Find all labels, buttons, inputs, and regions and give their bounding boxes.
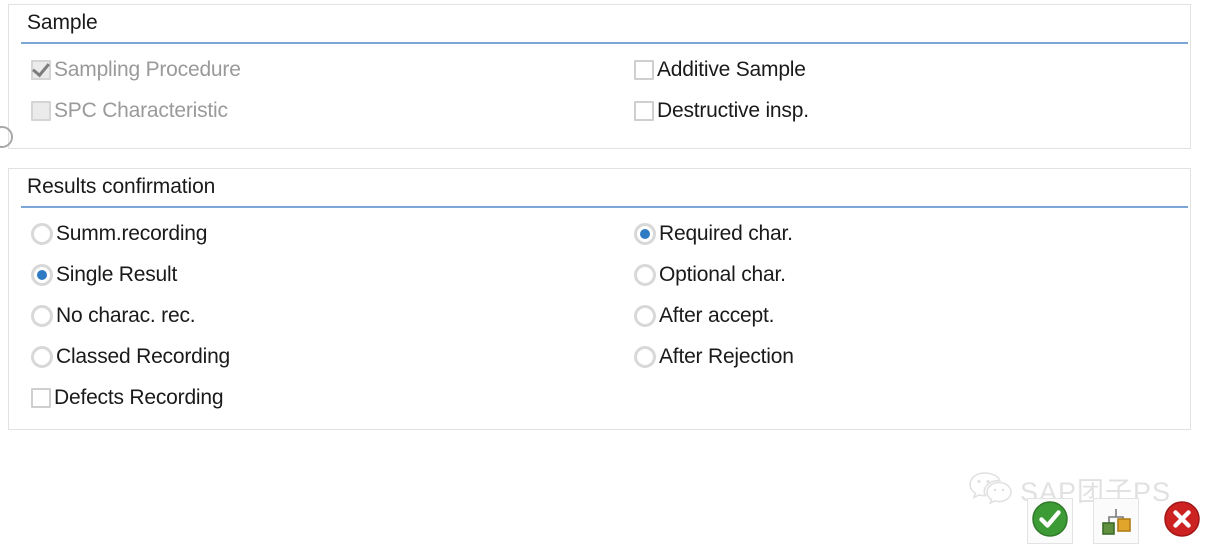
option-after-accept[interactable]: After accept. <box>634 295 794 336</box>
spc-characteristic-label: SPC Characteristic <box>54 98 228 122</box>
option-classed-recording[interactable]: Classed Recording <box>31 336 230 377</box>
wechat-icon <box>968 470 1014 509</box>
additive-sample-label: Additive Sample <box>657 57 806 81</box>
single-result-radio[interactable] <box>31 263 53 286</box>
optional-char-radio[interactable] <box>634 263 656 286</box>
hierarchy-button[interactable] <box>1093 498 1139 544</box>
after-accept-radio[interactable] <box>634 304 656 327</box>
sampling-procedure-checkbox[interactable] <box>31 58 51 80</box>
panel-results-rule <box>21 206 1188 208</box>
option-additive-sample[interactable]: Additive Sample <box>634 49 809 90</box>
no-charac-rec-radio[interactable] <box>31 304 53 327</box>
hierarchy-tree-icon <box>1097 500 1135 543</box>
optional-char-label: Optional char. <box>659 262 786 286</box>
required-char-radio[interactable] <box>634 222 656 245</box>
option-after-rejection[interactable]: After Rejection <box>634 336 794 377</box>
spc-characteristic-checkbox[interactable] <box>31 100 51 121</box>
panel-results-confirmation: Results confirmation Summ.recording Sing… <box>8 168 1191 430</box>
defects-recording-label: Defects Recording <box>54 385 224 409</box>
defects-recording-checkbox[interactable] <box>31 387 51 408</box>
sample-right-options: Additive Sample Destructive insp. <box>634 49 809 131</box>
after-rejection-label: After Rejection <box>659 344 794 368</box>
classed-recording-label: Classed Recording <box>56 344 231 368</box>
option-summ-recording[interactable]: Summ.recording <box>31 213 230 254</box>
panel-sample-rule <box>21 42 1188 44</box>
panel-sample-title: Sample <box>27 11 98 34</box>
continue-button[interactable] <box>1027 498 1073 544</box>
after-accept-label: After accept. <box>659 303 775 327</box>
option-single-result[interactable]: Single Result <box>31 254 230 295</box>
single-result-label: Single Result <box>56 262 178 286</box>
green-check-circle-icon <box>1031 500 1069 543</box>
summ-recording-label: Summ.recording <box>56 221 208 245</box>
sample-left-options: Sampling Procedure SPC Characteristic <box>31 49 241 131</box>
sampling-procedure-label: Sampling Procedure <box>54 57 241 81</box>
additive-sample-checkbox[interactable] <box>634 59 654 80</box>
option-spc-characteristic[interactable]: SPC Characteristic <box>31 90 241 131</box>
panel-sample: Sample Sampling Procedure SPC Characteri… <box>8 4 1191 149</box>
option-required-char[interactable]: Required char. <box>634 213 794 254</box>
no-charac-rec-label: No charac. rec. <box>56 303 196 327</box>
panel-results-title: Results confirmation <box>27 175 216 198</box>
option-sampling-procedure[interactable]: Sampling Procedure <box>31 49 241 90</box>
option-defects-recording[interactable]: Defects Recording <box>31 377 230 418</box>
after-rejection-radio[interactable] <box>634 345 656 368</box>
destructive-insp-checkbox[interactable] <box>634 100 654 121</box>
option-destructive-insp[interactable]: Destructive insp. <box>634 90 809 131</box>
destructive-insp-label: Destructive insp. <box>657 98 809 122</box>
cancel-button[interactable] <box>1159 498 1205 544</box>
option-optional-char[interactable]: Optional char. <box>634 254 794 295</box>
summ-recording-radio[interactable] <box>31 222 53 245</box>
classed-recording-radio[interactable] <box>31 345 53 368</box>
red-x-circle-icon <box>1163 500 1201 543</box>
results-right-options: Required char. Optional char. After acce… <box>634 213 794 377</box>
results-left-options: Summ.recording Single Result No charac. … <box>31 213 230 418</box>
option-no-charac-rec[interactable]: No charac. rec. <box>31 295 230 336</box>
required-char-label: Required char. <box>659 221 793 245</box>
